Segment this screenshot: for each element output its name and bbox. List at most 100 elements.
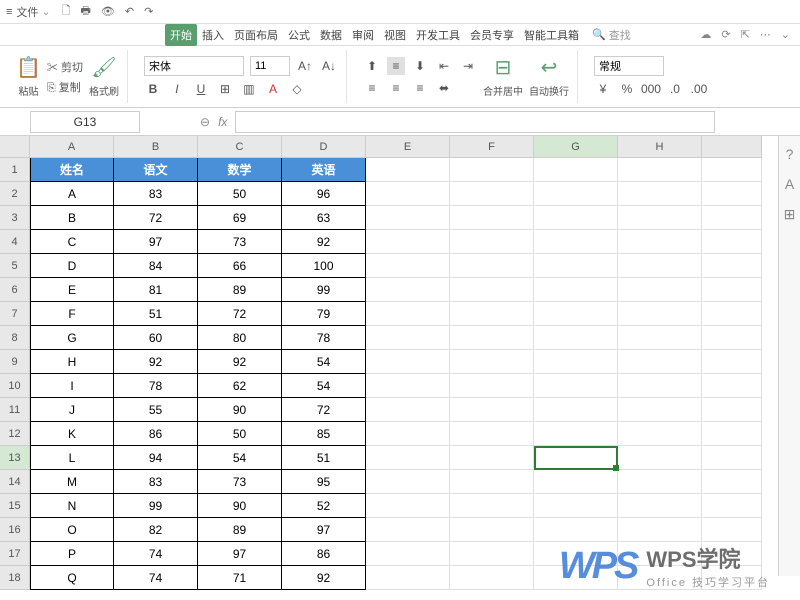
chevron-down-icon[interactable]: ⌄ bbox=[41, 5, 50, 18]
cell[interactable] bbox=[366, 542, 450, 566]
cell[interactable] bbox=[702, 470, 762, 494]
align-top-icon[interactable]: ⬆ bbox=[363, 57, 381, 75]
cut-button[interactable]: ✂ 剪切 bbox=[47, 59, 83, 75]
cell[interactable] bbox=[366, 278, 450, 302]
cell[interactable] bbox=[366, 422, 450, 446]
cell[interactable] bbox=[534, 374, 618, 398]
cell[interactable]: 83 bbox=[114, 470, 198, 494]
cell[interactable] bbox=[534, 254, 618, 278]
col-header-C[interactable]: C bbox=[198, 136, 282, 158]
cell[interactable]: 74 bbox=[114, 542, 198, 566]
cell[interactable] bbox=[702, 398, 762, 422]
percent-icon[interactable]: % bbox=[618, 80, 636, 98]
cell[interactable]: 69 bbox=[198, 206, 282, 230]
cell[interactable]: 95 bbox=[282, 470, 366, 494]
cell[interactable]: 英语 bbox=[282, 158, 366, 182]
cell[interactable]: 99 bbox=[114, 494, 198, 518]
align-bottom-icon[interactable]: ⬇ bbox=[411, 57, 429, 75]
row-header-18[interactable]: 18 bbox=[0, 566, 30, 590]
cell[interactable] bbox=[366, 254, 450, 278]
cell[interactable] bbox=[450, 350, 534, 374]
cell[interactable] bbox=[702, 494, 762, 518]
cell[interactable] bbox=[450, 494, 534, 518]
cell[interactable]: 100 bbox=[282, 254, 366, 278]
row-header-6[interactable]: 6 bbox=[0, 278, 30, 302]
cell[interactable] bbox=[618, 158, 702, 182]
comma-icon[interactable]: 000 bbox=[642, 80, 660, 98]
name-box[interactable] bbox=[30, 111, 140, 133]
cell[interactable] bbox=[618, 494, 702, 518]
cell[interactable] bbox=[450, 182, 534, 206]
cell[interactable]: 84 bbox=[114, 254, 198, 278]
tab-developer[interactable]: 开发工具 bbox=[411, 24, 465, 46]
paste-button[interactable]: 📋 粘贴 bbox=[16, 55, 41, 98]
cell[interactable] bbox=[366, 494, 450, 518]
cell[interactable] bbox=[366, 398, 450, 422]
merge-center-button[interactable]: ⊟ 合并居中 bbox=[483, 55, 523, 98]
save-icon[interactable]: 🗋 bbox=[62, 2, 71, 21]
cell[interactable]: 54 bbox=[282, 350, 366, 374]
cell[interactable] bbox=[618, 398, 702, 422]
cell[interactable]: 86 bbox=[114, 422, 198, 446]
row-header-13[interactable]: 13 bbox=[0, 446, 30, 470]
cell[interactable]: 51 bbox=[282, 446, 366, 470]
cell[interactable] bbox=[366, 230, 450, 254]
align-left-icon[interactable]: ≡ bbox=[363, 79, 381, 97]
file-menu[interactable]: 文件 bbox=[16, 4, 38, 20]
cell[interactable] bbox=[450, 206, 534, 230]
cell[interactable]: 73 bbox=[198, 470, 282, 494]
row-header-14[interactable]: 14 bbox=[0, 470, 30, 494]
copy-button[interactable]: ⎘ 复制 bbox=[47, 79, 83, 95]
format-painter-button[interactable]: 🖌 格式刷 bbox=[89, 55, 119, 98]
cell[interactable]: N bbox=[30, 494, 114, 518]
cell[interactable]: 97 bbox=[114, 230, 198, 254]
cell[interactable] bbox=[366, 518, 450, 542]
cell[interactable]: P bbox=[30, 542, 114, 566]
cell[interactable]: 83 bbox=[114, 182, 198, 206]
cell[interactable] bbox=[618, 302, 702, 326]
cell[interactable] bbox=[702, 446, 762, 470]
cell[interactable] bbox=[702, 158, 762, 182]
cell[interactable] bbox=[450, 158, 534, 182]
cell[interactable] bbox=[450, 518, 534, 542]
col-header-G[interactable]: G bbox=[534, 136, 618, 158]
cell[interactable] bbox=[450, 374, 534, 398]
tab-review[interactable]: 审阅 bbox=[347, 24, 379, 46]
cell[interactable]: 55 bbox=[114, 398, 198, 422]
cell[interactable] bbox=[366, 158, 450, 182]
cell[interactable] bbox=[534, 278, 618, 302]
cell[interactable]: 78 bbox=[282, 326, 366, 350]
tab-view[interactable]: 视图 bbox=[379, 24, 411, 46]
cell[interactable]: C bbox=[30, 230, 114, 254]
cell[interactable]: 语文 bbox=[114, 158, 198, 182]
more-icon[interactable]: ⋯ bbox=[760, 28, 771, 41]
row-header-11[interactable]: 11 bbox=[0, 398, 30, 422]
cell[interactable] bbox=[366, 374, 450, 398]
cell[interactable] bbox=[702, 518, 762, 542]
merge-across-icon[interactable]: ⬌ bbox=[435, 79, 453, 97]
cell[interactable]: 74 bbox=[114, 566, 198, 590]
cell[interactable] bbox=[366, 326, 450, 350]
sync-icon[interactable]: ⟳ bbox=[721, 28, 730, 41]
cell[interactable] bbox=[618, 422, 702, 446]
cell[interactable]: Q bbox=[30, 566, 114, 590]
cell[interactable]: 52 bbox=[282, 494, 366, 518]
col-header-H[interactable]: H bbox=[618, 136, 702, 158]
cell[interactable] bbox=[366, 206, 450, 230]
formula-input[interactable] bbox=[235, 111, 715, 133]
cell[interactable]: 66 bbox=[198, 254, 282, 278]
cell[interactable] bbox=[702, 278, 762, 302]
number-format-select[interactable] bbox=[594, 56, 664, 76]
cell[interactable]: 50 bbox=[198, 422, 282, 446]
row-header-16[interactable]: 16 bbox=[0, 518, 30, 542]
redo-icon[interactable]: ↷ bbox=[144, 5, 153, 18]
increase-font-icon[interactable]: A↑ bbox=[296, 57, 314, 75]
indent-right-icon[interactable]: ⇥ bbox=[459, 57, 477, 75]
align-right-icon[interactable]: ≡ bbox=[411, 79, 429, 97]
tab-formula[interactable]: 公式 bbox=[283, 24, 315, 46]
row-header-15[interactable]: 15 bbox=[0, 494, 30, 518]
cell[interactable] bbox=[450, 278, 534, 302]
cell[interactable] bbox=[450, 326, 534, 350]
font-color-icon[interactable]: A bbox=[264, 80, 282, 98]
cell[interactable] bbox=[450, 398, 534, 422]
